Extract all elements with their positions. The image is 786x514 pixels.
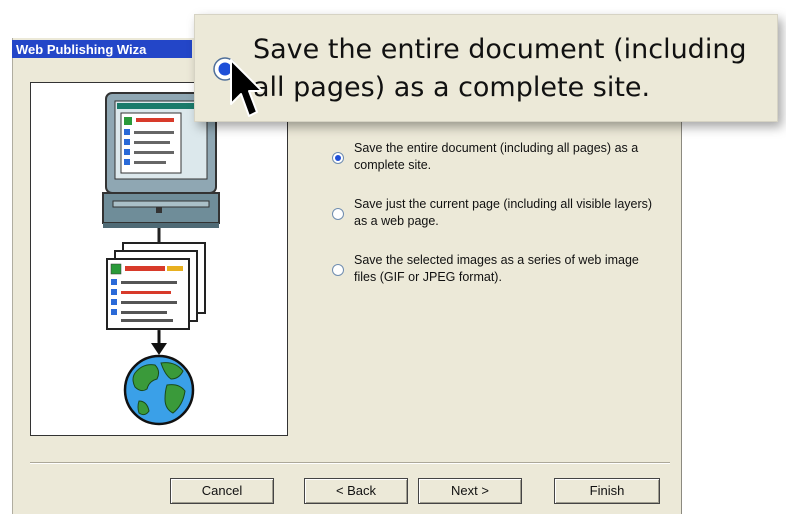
arrow-cursor-icon — [230, 59, 263, 117]
radio-current-page[interactable] — [332, 208, 344, 220]
option-image-files[interactable]: Save the selected images as a series of … — [330, 252, 660, 286]
finish-button[interactable]: Finish — [554, 478, 660, 504]
next-button[interactable]: Next > — [418, 478, 522, 504]
window-title: Web Publishing Wiza — [16, 42, 147, 57]
down-arrow-icon — [151, 331, 167, 355]
option-current-page-label: Save just the current page (including al… — [354, 197, 653, 228]
zoom-callout: Save the entire document (including all … — [194, 14, 778, 122]
publish-options: Save the entire document (including all … — [330, 140, 660, 308]
cancel-button[interactable]: Cancel — [170, 478, 274, 504]
wizard-illustration — [102, 92, 220, 426]
radio-image-files[interactable] — [332, 264, 344, 276]
title-bar: Web Publishing Wiza — [12, 40, 192, 58]
web-document-icon — [106, 242, 206, 330]
option-complete-site[interactable]: Save the entire document (including all … — [330, 140, 660, 174]
callout-text: Save the entire document (including all … — [253, 34, 747, 103]
option-complete-site-label: Save the entire document (including all … — [354, 141, 639, 172]
back-button[interactable]: < Back — [304, 478, 408, 504]
button-separator — [30, 462, 670, 464]
radio-complete-site[interactable] — [332, 152, 344, 164]
option-current-page[interactable]: Save just the current page (including al… — [330, 196, 660, 230]
globe-icon — [123, 354, 195, 426]
illustration-panel — [30, 82, 288, 436]
option-image-files-label: Save the selected images as a series of … — [354, 253, 639, 284]
